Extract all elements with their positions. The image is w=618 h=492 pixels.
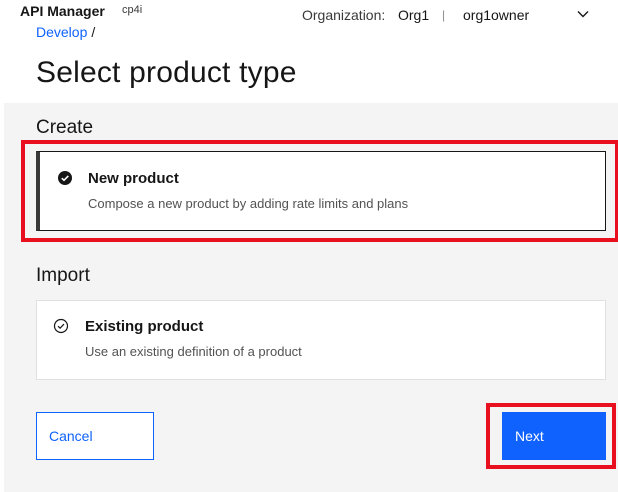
- app-title: API Manager: [20, 3, 105, 19]
- create-section-heading: Create: [36, 117, 94, 138]
- cancel-button[interactable]: Cancel: [36, 412, 154, 460]
- app-subtitle: cp4i: [122, 4, 143, 16]
- chevron-down-icon[interactable]: [575, 6, 591, 22]
- organization-value[interactable]: Org1: [398, 7, 429, 23]
- user-name[interactable]: org1owner: [463, 7, 529, 23]
- import-section-heading: Import: [36, 265, 90, 286]
- new-product-tile[interactable]: New product Compose a new product by add…: [36, 151, 606, 231]
- top-bar: API Manager cp4i Organization: Org1 | or…: [0, 0, 618, 24]
- existing-product-title: Existing product: [85, 318, 204, 335]
- page-title: Select product type: [36, 56, 297, 89]
- organization-label: Organization:: [302, 7, 386, 23]
- checkmark-filled-icon: [58, 171, 72, 185]
- existing-product-description: Use an existing definition of a product: [85, 344, 302, 359]
- new-product-title: New product: [88, 170, 179, 187]
- checkmark-outline-icon: [53, 318, 69, 334]
- breadcrumb-separator: /: [91, 24, 96, 40]
- header-separator: |: [442, 8, 446, 22]
- existing-product-tile[interactable]: Existing product Use an existing definit…: [36, 300, 606, 380]
- breadcrumb-develop-link[interactable]: Develop: [36, 24, 87, 40]
- breadcrumb: Develop /: [36, 24, 95, 40]
- new-product-description: Compose a new product by adding rate lim…: [88, 196, 409, 211]
- next-button[interactable]: Next: [502, 412, 606, 460]
